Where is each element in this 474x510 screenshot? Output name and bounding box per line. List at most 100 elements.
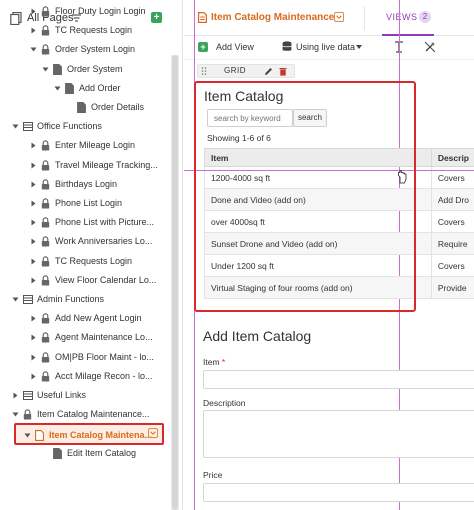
table-cell: Provide: [430, 276, 474, 299]
drag-handle-icon[interactable]: [201, 67, 207, 75]
caret-right-icon[interactable]: [30, 200, 37, 207]
sidebar-item[interactable]: Agent Maintenance Lo...: [0, 328, 168, 347]
caret-down-icon[interactable]: [12, 296, 19, 303]
sidebar-item[interactable]: Phone List Login: [0, 194, 168, 213]
folder-icon: [23, 295, 33, 304]
data-source-select[interactable]: Using live data: [296, 42, 355, 52]
caret-right-icon[interactable]: [12, 392, 19, 399]
description-field-label: Description: [203, 398, 246, 408]
price-field-label: Price: [203, 470, 223, 480]
sidebar-item[interactable]: OM|PB Floor Maint - lo...: [0, 348, 168, 367]
tab-views[interactable]: VIEWS: [386, 12, 418, 22]
sidebar: All Pages + Floor Duty Login Login TC Req…: [0, 0, 183, 510]
sidebar-item-label: OM|PB Floor Maint - lo...: [55, 351, 154, 362]
sidebar-item[interactable]: View Floor Calendar Lo...: [0, 271, 168, 290]
page-icon: [198, 12, 207, 23]
page-header: Item Catalog Maintenance VIEWS 2: [184, 0, 474, 36]
lock-icon: [41, 179, 50, 190]
caret-right-icon[interactable]: [30, 142, 37, 149]
add-view-button[interactable]: Add View: [216, 42, 254, 52]
caret-right-icon[interactable]: [30, 354, 37, 361]
sidebar-item[interactable]: Travel Mileage Tracking...: [0, 156, 168, 175]
caret-right-icon[interactable]: [30, 162, 37, 169]
caret-right-icon[interactable]: [30, 27, 37, 34]
sidebar-item[interactable]: Order System Login: [0, 40, 168, 59]
table-cell: Require: [430, 232, 474, 255]
caret-down-icon[interactable]: [30, 46, 37, 53]
sidebar-item[interactable]: Acct Milage Recon - lo...: [0, 367, 168, 386]
description-textarea[interactable]: [203, 410, 474, 458]
sidebar-item-label: Add New Agent Login: [55, 313, 142, 324]
sidebar-item[interactable]: Office Functions: [0, 117, 168, 136]
caret-down-icon[interactable]: [12, 123, 19, 130]
sidebar-item[interactable]: Useful Links: [0, 386, 168, 405]
lock-icon: [41, 255, 50, 267]
price-input[interactable]: [203, 483, 474, 502]
required-mark: *: [221, 357, 226, 367]
lock-icon: [41, 44, 50, 55]
add-form-title: Add Item Catalog: [203, 328, 312, 344]
scrollbar-thumb[interactable]: [172, 55, 178, 510]
sidebar-item[interactable]: Enter Mileage Login: [0, 136, 168, 155]
sidebar-item[interactable]: Order System: [0, 60, 168, 79]
sidebar-item[interactable]: Add Order: [0, 79, 168, 98]
magic-wand-off-icon[interactable]: [424, 41, 436, 53]
lock-icon: [41, 236, 50, 247]
lock-icon: [41, 198, 50, 209]
sidebar-item-label: Acct Milage Recon - lo...: [55, 370, 153, 381]
caret-right-icon[interactable]: [30, 181, 37, 188]
caret-right-icon[interactable]: [30, 315, 37, 322]
item-input[interactable]: [203, 370, 474, 389]
sidebar-item[interactable]: Item Catalog Maintenance...: [0, 405, 168, 424]
sidebar-item-label: Order System: [67, 63, 123, 74]
caret-right-icon[interactable]: [30, 334, 37, 341]
caret-down-icon[interactable]: [356, 45, 362, 49]
page-options-dropdown[interactable]: [148, 428, 158, 439]
caret-right-icon[interactable]: [30, 277, 37, 284]
add-view-icon[interactable]: +: [198, 42, 208, 52]
lock-icon: [41, 217, 50, 228]
page-options-dropdown[interactable]: [334, 12, 344, 22]
grid-label: GRID: [224, 66, 246, 75]
lock-icon: [41, 313, 50, 324]
sidebar-item-label: Add Order: [79, 82, 121, 93]
caret-down-icon[interactable]: [42, 66, 49, 73]
sidebar-item[interactable]: TC Requests Login: [0, 252, 168, 271]
sidebar-item[interactable]: TC Requests Login: [0, 21, 168, 40]
caret-right-icon[interactable]: [30, 373, 37, 380]
sidebar-item[interactable]: Work Anniversaries Lo...: [0, 232, 168, 251]
caret-right-icon[interactable]: [30, 258, 37, 265]
sidebar-item[interactable]: Edit Item Catalog: [0, 444, 168, 463]
sidebar-item-label: Office Functions: [37, 121, 102, 132]
column-header[interactable]: Descrip: [430, 148, 474, 167]
caret-right-icon[interactable]: [30, 8, 37, 15]
caret-right-icon[interactable]: [30, 219, 37, 226]
sidebar-item-label: Phone List Login: [55, 198, 123, 208]
toolbar: + Add View Using live data: [184, 36, 474, 60]
sidebar-item-label: Item Catalog Maintena...: [49, 430, 153, 441]
sidebar-item[interactable]: Admin Functions: [0, 290, 168, 309]
sidebar-item[interactable]: Birthdays Login: [0, 175, 168, 194]
sidebar-item[interactable]: Order Details: [0, 98, 168, 117]
sidebar-item[interactable]: Floor Duty Login Login: [0, 2, 168, 21]
views-count-badge: 2: [419, 11, 431, 23]
trash-icon[interactable]: [279, 67, 287, 76]
caret-down-icon[interactable]: [12, 411, 19, 418]
caret-down-icon[interactable]: [54, 85, 61, 92]
sidebar-item[interactable]: Phone List with Picture...: [0, 213, 168, 232]
caret-down-icon[interactable]: [24, 432, 31, 439]
edit-pencil-icon[interactable]: [264, 67, 273, 76]
sidebar-item[interactable]: Add New Agent Login: [0, 309, 168, 328]
main-panel: Item Catalog Maintenance VIEWS 2 + Add V…: [184, 0, 474, 510]
sidebar-item-selected[interactable]: Item Catalog Maintena...: [14, 423, 164, 446]
item-field-label: Item *: [203, 357, 225, 367]
lock-icon: [41, 275, 50, 286]
page-icon: [77, 102, 86, 113]
sidebar-item-label: Order Details: [91, 102, 145, 112]
chevron-down-icon: [150, 431, 156, 436]
grid-component-bar[interactable]: GRID: [197, 64, 295, 78]
sidebar-scrollbar[interactable]: [171, 55, 179, 510]
caret-right-icon[interactable]: [30, 238, 37, 245]
sidebar-item-label: Work Anniversaries Lo...: [55, 236, 153, 247]
lock-icon: [41, 140, 50, 151]
